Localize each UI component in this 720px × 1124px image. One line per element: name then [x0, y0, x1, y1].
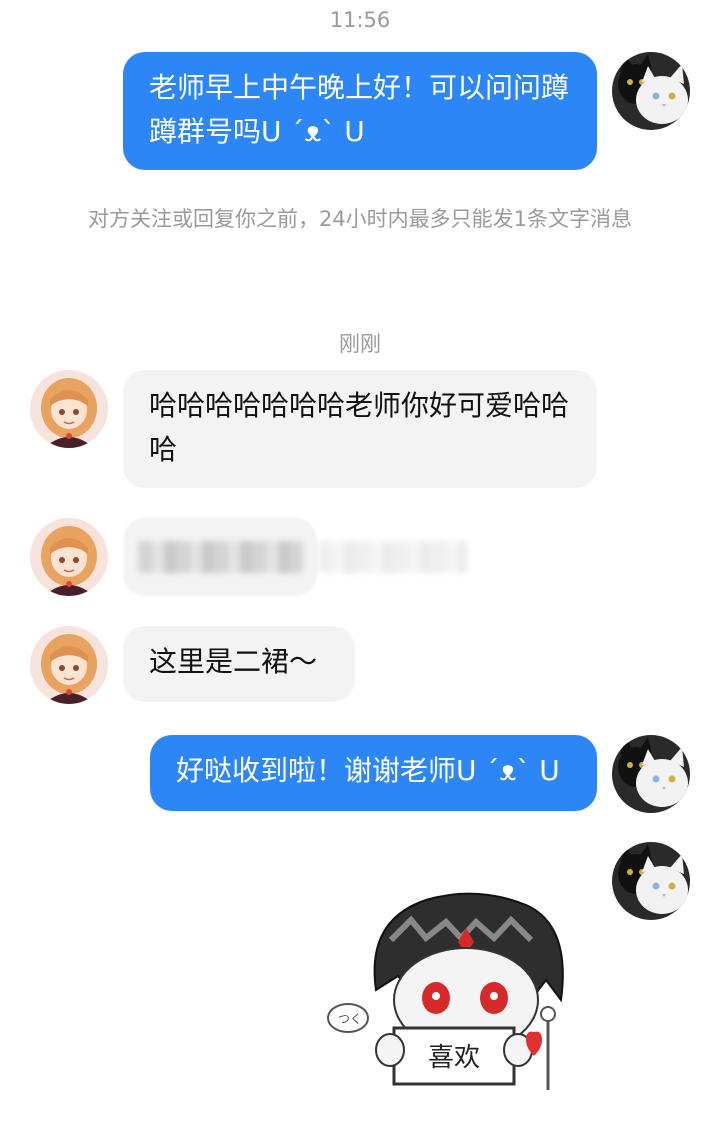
- svg-text:つく: つく: [338, 1012, 362, 1026]
- chat-screen: 11:56 老师早上中午晚上好！可以问问蹲蹲群号吗U ´ᴥ` U 对方关注或回复…: [0, 0, 720, 1124]
- message-timestamp: 刚刚: [339, 332, 381, 356]
- cats-avatar-icon: [612, 842, 690, 920]
- messaging-limit-notice: 对方关注或回复你之前，24小时内最多只能发1条文字消息: [87, 207, 633, 231]
- my-avatar[interactable]: [612, 52, 690, 130]
- svg-text:喜欢: 喜欢: [428, 1043, 480, 1073]
- message-timestamp: 11:56: [329, 8, 391, 32]
- cats-avatar-icon: [612, 735, 690, 813]
- message-bubble-outgoing[interactable]: 老师早上中午晚上好！可以问问蹲蹲群号吗U ´ᴥ` U: [123, 52, 597, 170]
- chibi-sticker-icon: つく 喜欢: [326, 880, 596, 1120]
- cats-avatar-icon: [612, 52, 690, 130]
- redacted-text-blur: [318, 541, 468, 573]
- message-bubble-outgoing[interactable]: 好哒收到啦！谢谢老师U ´ᴥ` U: [150, 735, 597, 811]
- anime-girl-avatar-icon: [30, 370, 108, 448]
- anime-girl-avatar-icon: [30, 518, 108, 596]
- contact-avatar[interactable]: [30, 626, 108, 704]
- sticker-message[interactable]: つく 喜欢: [326, 880, 596, 1120]
- message-bubble-incoming[interactable]: 这里是二裙～: [123, 626, 355, 702]
- anime-girl-avatar-icon: [30, 626, 108, 704]
- redacted-text-blur: [138, 541, 303, 573]
- message-bubble-incoming[interactable]: 哈哈哈哈哈哈哈老师你好可爱哈哈哈: [123, 370, 597, 488]
- my-avatar[interactable]: [612, 735, 690, 813]
- contact-avatar[interactable]: [30, 518, 108, 596]
- my-avatar[interactable]: [612, 842, 690, 920]
- contact-avatar[interactable]: [30, 370, 108, 448]
